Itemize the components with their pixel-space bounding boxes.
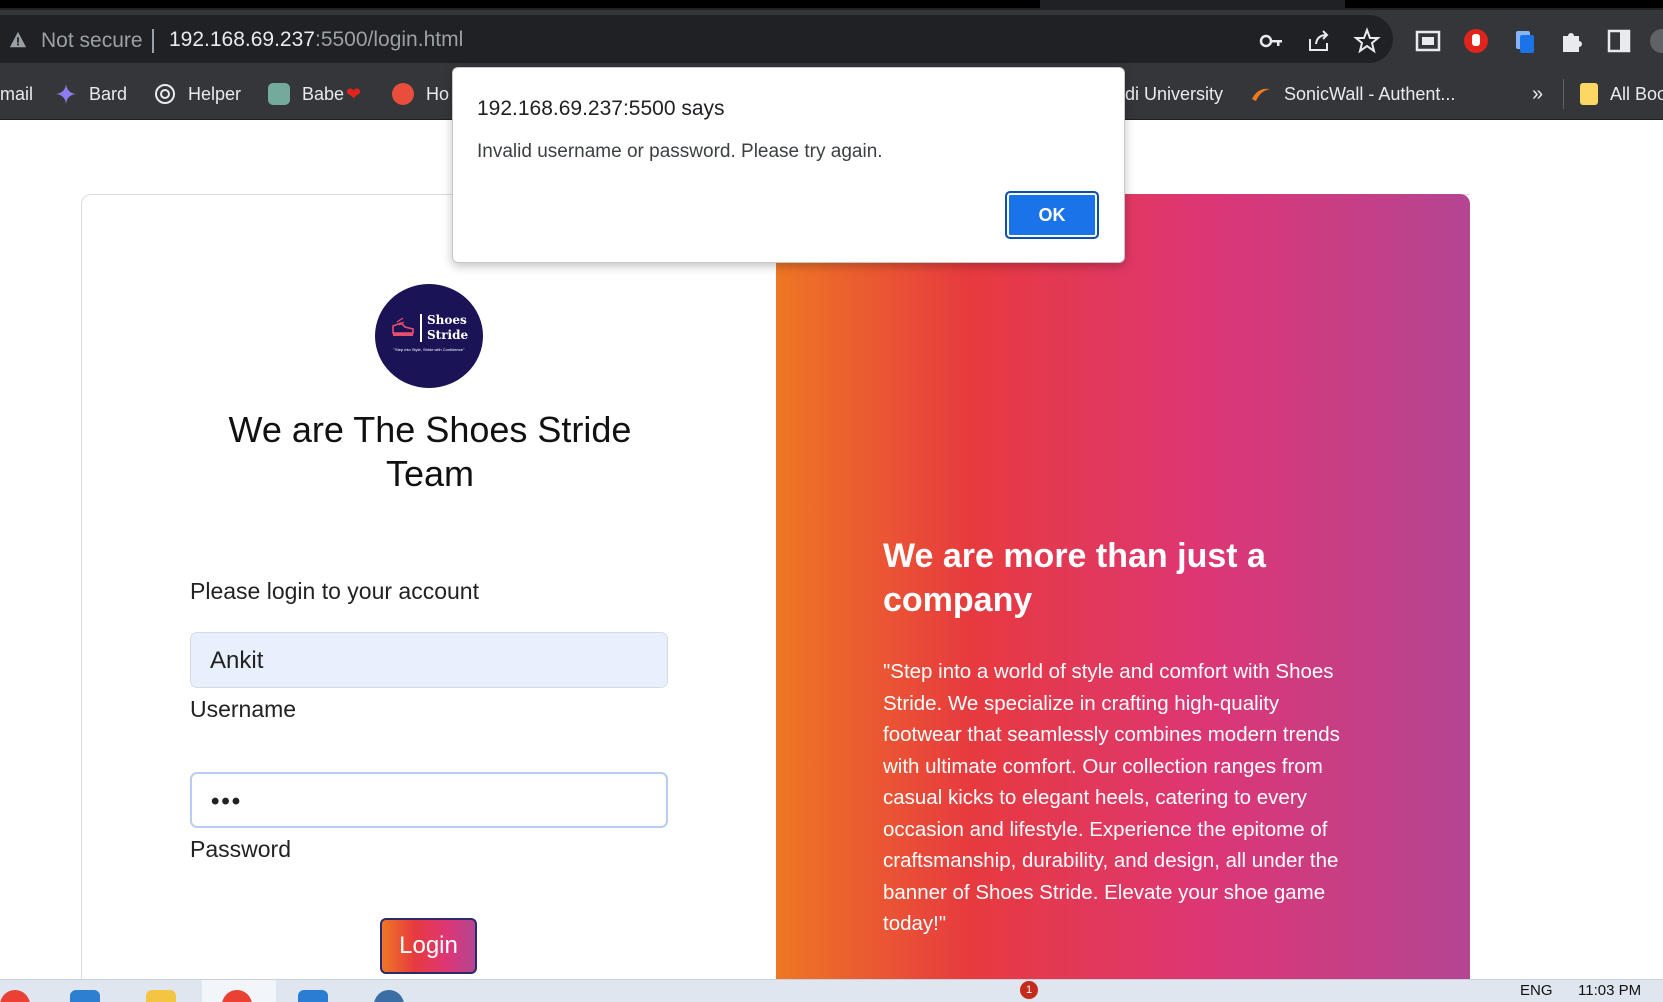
profile-icon[interactable] (1648, 27, 1663, 55)
adblock-icon[interactable] (1462, 27, 1490, 55)
bookmark-label: mail (0, 83, 34, 104)
share-icon[interactable] (1305, 27, 1333, 55)
app-icon[interactable] (374, 990, 404, 1002)
username-label: Username (190, 696, 297, 722)
dialog-message: Invalid username or password. Please try… (477, 141, 883, 162)
company-title: We are more than just a company (883, 537, 1266, 619)
bookmark-bard[interactable]: Bard (55, 79, 127, 109)
openai-icon (155, 84, 175, 104)
bookmarks-divider (1563, 79, 1564, 109)
chatgpt-icon (268, 83, 290, 105)
tab-strip-segment (0, 0, 1040, 8)
bookmark-ho[interactable]: Ho (392, 79, 449, 109)
password-label: Password (190, 836, 291, 862)
login-button[interactable]: Login (380, 918, 477, 974)
star-icon[interactable] (1353, 27, 1381, 55)
logo-text-line2: Stride (427, 328, 469, 342)
bookmark-label: SonicWall - Authent... (1284, 83, 1456, 104)
s-icon (392, 83, 414, 105)
chrome-icon[interactable] (0, 990, 30, 1002)
logo-divider (420, 314, 422, 342)
dialog-title: 192.168.69.237:5500 says (477, 97, 725, 120)
extensions-icon[interactable] (1558, 27, 1586, 55)
address-bar[interactable]: Not secure 192.168.69.237:5500/login.htm… (0, 15, 1393, 63)
url-path: :5500/login.html (314, 28, 464, 51)
address-separator (152, 29, 154, 53)
logo-text-line1: Shoes (427, 313, 467, 327)
more-bookmarks-button[interactable]: » (1532, 79, 1543, 109)
file-explorer-icon[interactable] (146, 990, 176, 1002)
warning-triangle-icon (9, 31, 27, 48)
tab-strip (0, 0, 1663, 10)
language-indicator[interactable]: ENG (1520, 982, 1553, 999)
chevron-double-right-icon: » (1532, 82, 1544, 105)
login-prompt: Please login to your account (190, 578, 479, 604)
bookmark-university[interactable]: di University (1125, 79, 1223, 109)
logo-tagline: "Step into Style, Stride with Confidence… (393, 347, 465, 352)
password-input[interactable]: ••• (190, 772, 668, 828)
page-heading: We are The Shoes Stride Team (228, 409, 632, 494)
media-icon[interactable] (1414, 27, 1442, 55)
clock[interactable]: 11:03 PM (1578, 982, 1641, 999)
taskbar: 1 ENG 11:03 PM (0, 979, 1663, 1002)
company-description: "Step into a world of style and comfort … (883, 660, 1340, 935)
bookmark-sonicwall[interactable]: SonicWall - Authent... (1250, 79, 1455, 109)
url-host: 192.168.69.237 (169, 28, 315, 51)
vscode-icon[interactable] (70, 990, 100, 1002)
folder-icon (1580, 83, 1598, 105)
copy-icon[interactable] (1510, 27, 1538, 55)
tab-strip-segment (1345, 0, 1663, 8)
bookmark-all-bookmarks[interactable]: All Boo (1580, 79, 1663, 109)
ok-button[interactable]: OK (1005, 191, 1099, 239)
outlook-icon[interactable] (298, 990, 328, 1002)
notification-badge[interactable]: 1 (1020, 981, 1038, 999)
key-icon[interactable] (1257, 27, 1285, 55)
sidepanel-icon[interactable] (1605, 27, 1633, 55)
bookmark-label: di University (1125, 83, 1224, 104)
bookmark-label: Bard (89, 83, 128, 104)
bookmark-label: Ho (426, 83, 450, 104)
bookmark-label: All Boo (1610, 83, 1663, 104)
username-input[interactable]: Ankit (190, 632, 668, 688)
sonicwall-icon (1252, 88, 1270, 101)
browser-toolbar: Not secure 192.168.69.237:5500/login.htm… (0, 10, 1663, 68)
bard-icon (56, 84, 76, 104)
shoes-stride-logo: Shoes Stride "Step into Style, Stride wi… (375, 284, 483, 388)
alert-dialog: 192.168.69.237:5500 says Invalid usernam… (452, 67, 1125, 263)
shoe-icon (392, 317, 414, 336)
heart-icon: ❤ (346, 83, 362, 104)
bookmark-helper[interactable]: Helper (154, 79, 241, 109)
bookmark-label: Babe (302, 83, 345, 104)
bookmark-babe[interactable]: Babe ❤ (268, 79, 361, 109)
bookmark-label: Helper (188, 83, 242, 104)
bookmark-gmail[interactable]: mail (0, 79, 33, 109)
security-status[interactable]: Not secure (41, 29, 143, 53)
url-text[interactable]: 192.168.69.237:5500/login.html (169, 28, 463, 52)
